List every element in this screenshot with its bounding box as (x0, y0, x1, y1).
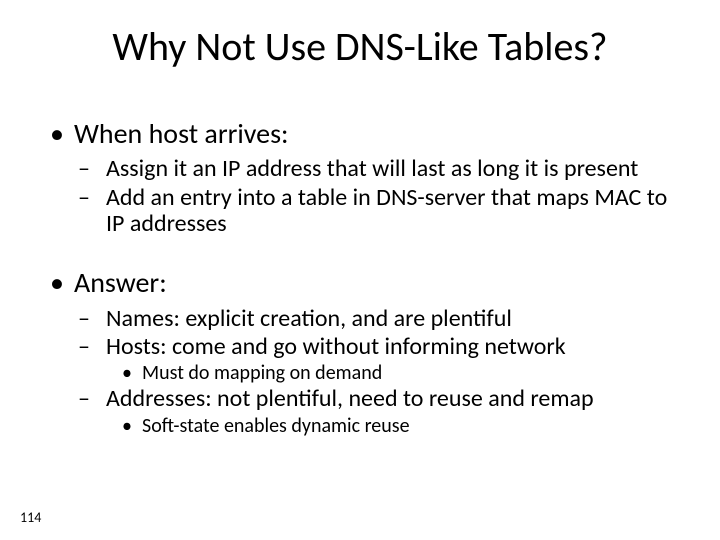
bullet-when-host-arrives: When host arrives: (50, 118, 680, 150)
subbullet-hosts: Hosts: come and go without informing net… (78, 334, 680, 360)
subbullet-addresses: Addresses: not plentiful, need to reuse … (78, 386, 680, 412)
subbullet-add-entry: Add an entry into a table in DNS-server … (78, 185, 680, 238)
subsubbullet-soft-state: Soft-state enables dynamic reuse (122, 415, 680, 437)
subbullet-assign-ip: Assign it an IP address that will last a… (78, 156, 680, 182)
slide-title: Why Not Use DNS-Like Tables? (0, 22, 720, 71)
slide: Why Not Use DNS-Like Tables? When host a… (0, 0, 720, 540)
subsubbullet-mapping-on-demand: Must do mapping on demand (122, 362, 680, 384)
bullet-answer: Answer: (50, 267, 680, 299)
spacer (50, 239, 680, 267)
subbullet-names: Names: explicit creation, and are plenti… (78, 306, 680, 332)
slide-number: 114 (20, 509, 41, 526)
slide-body: When host arrives: Assign it an IP addre… (50, 118, 680, 439)
